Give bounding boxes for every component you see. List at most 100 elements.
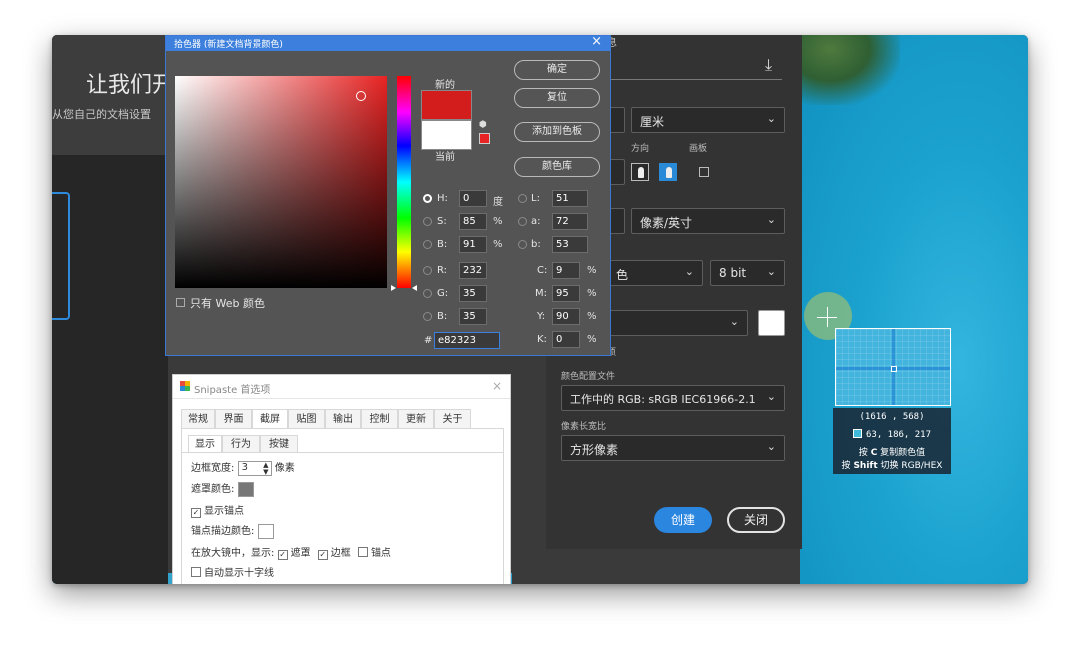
hint-text: 切换 RGB/HEX: [880, 461, 943, 471]
save-preset-icon[interactable]: ⤓: [765, 55, 772, 75]
bit-depth-select[interactable]: 8 bit ⌄: [710, 260, 785, 286]
hex-field[interactable]: e82323: [434, 332, 500, 349]
subtab-keys[interactable]: 按键: [260, 435, 298, 453]
subtab-divider: [182, 452, 503, 453]
show-anchor-checkbox[interactable]: ✓: [191, 508, 201, 518]
hue-slider-arrow-left[interactable]: [391, 285, 396, 291]
anchor-label[interactable]: 锚点: [371, 548, 391, 559]
show-anchor-label[interactable]: 显示锚点: [204, 506, 244, 517]
show-anchor-row: ✓ 显示锚点: [191, 502, 244, 518]
b-radio[interactable]: [423, 240, 432, 249]
close-icon[interactable]: ×: [591, 36, 602, 49]
portrait-icon[interactable]: [631, 163, 649, 181]
close-button[interactable]: 关闭: [727, 507, 785, 533]
h-field[interactable]: 0: [459, 190, 487, 207]
subtab-display[interactable]: 显示: [188, 435, 222, 453]
color-picker-titlebar[interactable]: 拾色器 (新建文档背景颜色) ×: [166, 36, 610, 51]
a-radio[interactable]: [518, 217, 527, 226]
artboard-checkbox[interactable]: [699, 167, 709, 177]
tab-general[interactable]: 常规: [181, 409, 215, 429]
a-field[interactable]: 72: [552, 213, 588, 230]
ps-preset-card[interactable]: [52, 192, 70, 320]
l-label: L:: [531, 193, 540, 204]
auto-crosshair-label[interactable]: 自动显示十字线: [204, 568, 274, 579]
tab-snip[interactable]: 截屏: [252, 409, 288, 429]
gamut-swatch[interactable]: [479, 133, 490, 144]
close-icon[interactable]: ×: [492, 379, 502, 393]
web-colors-label[interactable]: 只有 Web 颜色: [190, 295, 265, 311]
c-field[interactable]: 9: [552, 262, 580, 279]
crosshair-cursor-icon: [827, 307, 828, 327]
color-profile-select[interactable]: 工作中的 RGB: sRGB IEC61966-2.1 ⌄: [561, 385, 785, 411]
color-selector-ring[interactable]: [356, 91, 366, 101]
current-color-swatch[interactable]: [421, 120, 472, 150]
anchor-stroke-swatch[interactable]: [257, 523, 274, 539]
mask-checkbox[interactable]: ✓: [277, 550, 288, 560]
l-field[interactable]: 51: [552, 190, 588, 207]
g-field[interactable]: 35: [459, 285, 487, 302]
color-profile-label: 颜色配置文件: [561, 372, 616, 382]
spinner-arrows-icon[interactable]: ▲ ▼: [263, 461, 268, 476]
tab-control[interactable]: 控制: [361, 409, 398, 429]
ok-button[interactable]: 确定: [514, 60, 600, 80]
border-width-label: 边框宽度:: [191, 463, 235, 474]
resolution-unit-value: 像素/英寸: [640, 216, 693, 230]
subtab-behavior[interactable]: 行为: [222, 435, 260, 453]
percent-unit: %: [587, 311, 597, 322]
unit-value: 厘米: [640, 115, 665, 129]
s-radio[interactable]: [423, 217, 432, 226]
border-label[interactable]: 边框: [331, 548, 351, 559]
m-field[interactable]: 95: [552, 285, 580, 302]
h-radio[interactable]: [423, 194, 432, 203]
background-select[interactable]: ⌄: [607, 310, 748, 336]
web-colors-checkbox[interactable]: [176, 298, 185, 307]
anchor-checkbox[interactable]: [357, 547, 368, 557]
unit-select[interactable]: 厘米 ⌄: [631, 107, 785, 133]
tab-about[interactable]: 关于: [434, 409, 471, 429]
current-color-label: 当前: [435, 152, 455, 163]
l-radio[interactable]: [518, 194, 527, 203]
border-width-spinner[interactable]: 3 ▲ ▼: [237, 460, 272, 476]
lab-b-radio[interactable]: [518, 240, 527, 249]
r-field[interactable]: 232: [459, 262, 487, 279]
lab-b-field[interactable]: 53: [552, 236, 588, 253]
hint-key-c: C: [870, 448, 878, 458]
create-button[interactable]: 创建: [654, 507, 712, 533]
color-libraries-button[interactable]: 颜色库: [514, 157, 600, 177]
mask-color-swatch[interactable]: [237, 481, 254, 497]
auto-crosshair-checkbox[interactable]: [191, 567, 201, 577]
magnifier-options-row: 在放大镜中，显示: ✓ 遮罩 ✓ 边框 锚点: [191, 544, 391, 560]
add-to-swatches-button[interactable]: 添加到色板: [514, 122, 600, 142]
blue-field[interactable]: 35: [459, 308, 487, 325]
hint-prefix: 按: [858, 448, 868, 458]
snipaste-titlebar[interactable]: Snipaste 首选项 ×: [173, 375, 510, 399]
tab-output[interactable]: 输出: [325, 409, 361, 429]
s-field[interactable]: 85: [459, 213, 487, 230]
color-picker-title: 拾色器 (新建文档背景颜色): [174, 40, 283, 50]
screen: 让我们开 从您自己的文档设置 息 ⤓ 厘米 ⌄ 方向 画板 像素/英寸 ⌄ 色 ⌄ 8…: [52, 35, 1028, 584]
tab-interface[interactable]: 界面: [215, 409, 252, 429]
hue-slider-arrow-right[interactable]: [412, 285, 417, 291]
background-color-swatch[interactable]: [758, 310, 785, 336]
y-label: Y:: [537, 311, 546, 322]
m-label: M:: [535, 288, 547, 299]
hue-slider[interactable]: [397, 76, 411, 288]
border-checkbox[interactable]: ✓: [317, 550, 328, 560]
k-field[interactable]: 0: [552, 331, 580, 348]
saturation-brightness-field[interactable]: [175, 76, 387, 288]
b-field[interactable]: 91: [459, 236, 487, 253]
tab-paste[interactable]: 贴图: [288, 409, 325, 429]
s-label: S:: [437, 216, 447, 227]
color-mode-select[interactable]: 色 ⌄: [607, 260, 703, 286]
gamut-warning-icon[interactable]: ⬢: [479, 120, 487, 130]
mask-label[interactable]: 遮罩: [291, 548, 311, 559]
y-field[interactable]: 90: [552, 308, 580, 325]
resolution-unit-select[interactable]: 像素/英寸 ⌄: [631, 208, 785, 234]
reset-button[interactable]: 复位: [514, 88, 600, 108]
g-radio[interactable]: [423, 289, 432, 298]
tab-update[interactable]: 更新: [398, 409, 434, 429]
blue-radio[interactable]: [423, 312, 432, 321]
r-radio[interactable]: [423, 266, 432, 275]
pixel-aspect-select[interactable]: 方形像素 ⌄: [561, 435, 785, 461]
landscape-icon[interactable]: [659, 163, 677, 181]
